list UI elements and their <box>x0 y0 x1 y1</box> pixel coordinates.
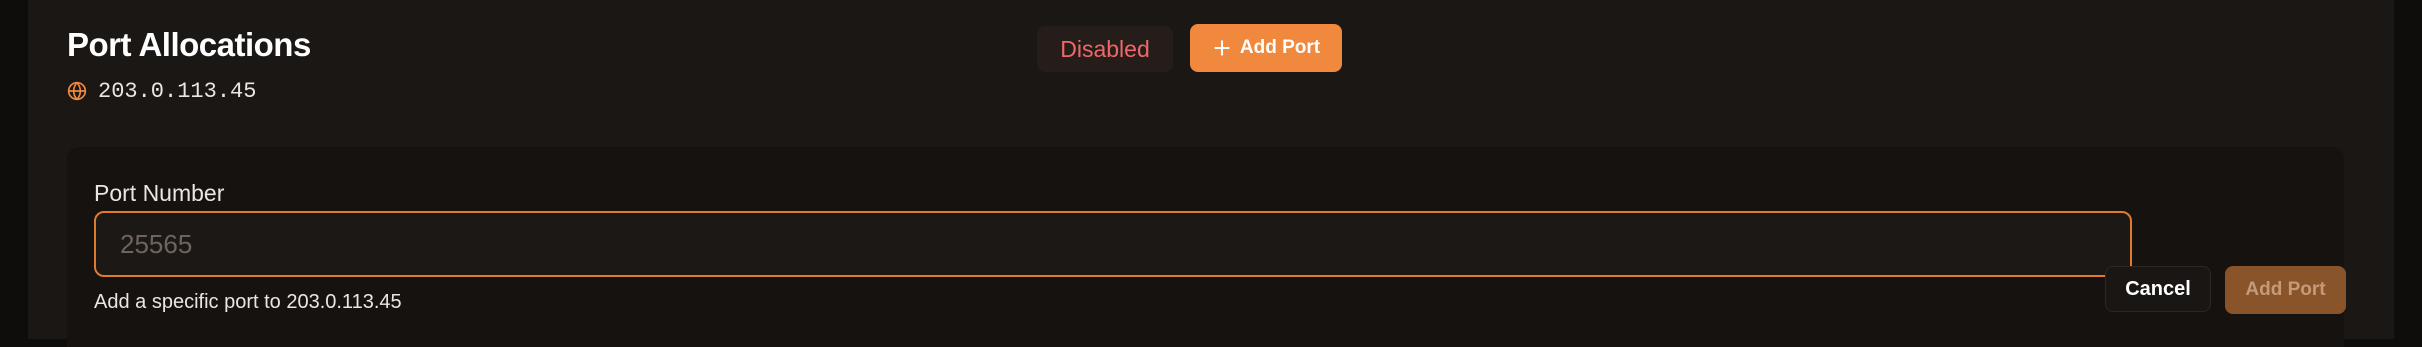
globe-icon <box>67 81 87 101</box>
cancel-button[interactable]: Cancel <box>2105 266 2211 312</box>
ip-address-row: 203.0.113.45 <box>67 76 256 106</box>
port-allocations-panel: Port Allocations 203.0.113.45 Disabled A… <box>28 0 2394 347</box>
status-badge: Disabled <box>1037 26 1173 72</box>
section-title: Port Allocations <box>67 26 311 63</box>
plus-icon <box>1214 40 1230 56</box>
port-number-label: Port Number <box>94 180 225 206</box>
ip-address: 203.0.113.45 <box>98 78 257 104</box>
submit-add-port-button[interactable]: Add Port <box>2225 266 2346 314</box>
add-port-button-label: Add Port <box>1239 37 1321 58</box>
port-number-input[interactable] <box>94 211 2132 277</box>
add-port-button[interactable]: Add Port <box>1190 24 1342 72</box>
port-helper-text: Add a specific port to 203.0.113.45 <box>94 291 402 313</box>
